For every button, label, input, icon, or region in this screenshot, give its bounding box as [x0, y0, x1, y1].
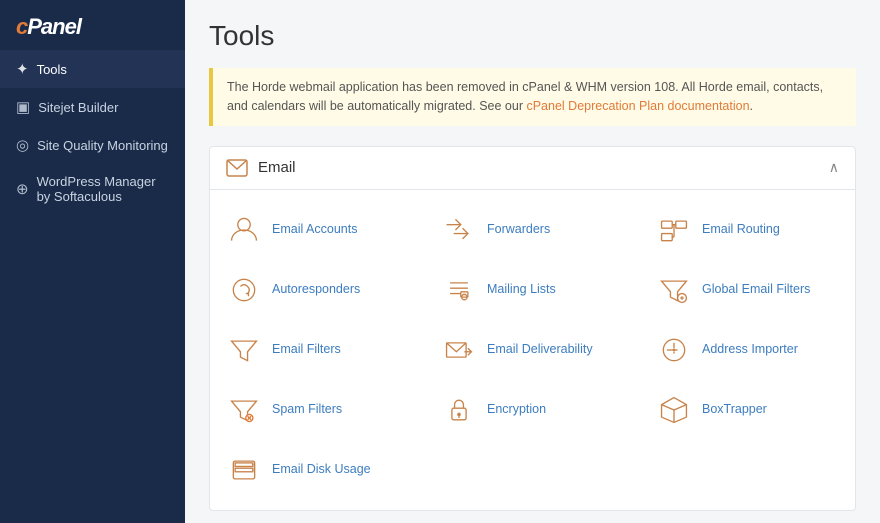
sidebar-logo: cPanel: [0, 0, 185, 50]
page-title: Tools: [209, 20, 856, 52]
email-disk-usage-label: Email Disk Usage: [272, 461, 371, 477]
sidebar-item-label: WordPress Manager by Softaculous: [37, 174, 169, 204]
tool-email-routing[interactable]: Email Routing: [640, 200, 855, 260]
tool-address-importer[interactable]: Address Importer: [640, 320, 855, 380]
forwarders-label: Forwarders: [487, 221, 550, 237]
sidebar-item-sitejet[interactable]: ▣ Sitejet Builder: [0, 88, 185, 126]
email-section-label: Email: [258, 159, 296, 176]
mailing-lists-icon: [441, 272, 477, 308]
tool-encryption[interactable]: Encryption: [425, 380, 640, 440]
wordpress-icon: ⊕: [16, 180, 29, 198]
boxtrapper-icon: [656, 392, 692, 428]
address-importer-label: Address Importer: [702, 341, 798, 357]
sqm-icon: ◎: [16, 136, 29, 154]
tool-email-filters[interactable]: Email Filters: [210, 320, 425, 380]
mailing-lists-label: Mailing Lists: [487, 281, 556, 297]
tools-icon: ✦: [16, 60, 29, 78]
email-accounts-label: Email Accounts: [272, 221, 357, 237]
tool-email-disk-usage[interactable]: Email Disk Usage: [210, 440, 425, 500]
spam-filters-icon: [226, 392, 262, 428]
email-disk-usage-icon: [226, 452, 262, 488]
tool-email-deliverability[interactable]: Email Deliverability: [425, 320, 640, 380]
sitejet-icon: ▣: [16, 98, 30, 116]
tool-global-email-filters[interactable]: Global Email Filters: [640, 260, 855, 320]
email-routing-icon: [656, 212, 692, 248]
email-filters-icon: [226, 332, 262, 368]
sidebar-item-label: Tools: [37, 62, 67, 77]
email-filters-label: Email Filters: [272, 341, 341, 357]
tool-spam-filters[interactable]: Spam Filters: [210, 380, 425, 440]
tool-forwarders[interactable]: Forwarders: [425, 200, 640, 260]
email-section: Email ∧ Email Accounts Forwarders: [209, 146, 856, 511]
email-deliverability-icon: [441, 332, 477, 368]
email-routing-label: Email Routing: [702, 221, 780, 237]
email-section-header[interactable]: Email ∧: [210, 147, 855, 190]
sidebar-item-label: Sitejet Builder: [38, 100, 118, 115]
global-email-filters-icon: [656, 272, 692, 308]
boxtrapper-label: BoxTrapper: [702, 401, 767, 417]
sidebar-item-sqm[interactable]: ◎ Site Quality Monitoring: [0, 126, 185, 164]
spam-filters-label: Spam Filters: [272, 401, 342, 417]
encryption-icon: [441, 392, 477, 428]
autoresponders-icon: [226, 272, 262, 308]
warning-banner: The Horde webmail application has been r…: [209, 68, 856, 126]
email-deliverability-label: Email Deliverability: [487, 341, 593, 357]
main-content: Tools The Horde webmail application has …: [185, 0, 880, 523]
sidebar-item-tools[interactable]: ✦ Tools: [0, 50, 185, 88]
autoresponders-label: Autoresponders: [272, 281, 360, 297]
sidebar: cPanel ✦ Tools ▣ Sitejet Builder ◎ Site …: [0, 0, 185, 523]
email-section-icon: [226, 159, 248, 177]
tool-autoresponders[interactable]: Autoresponders: [210, 260, 425, 320]
email-accounts-icon: [226, 212, 262, 248]
sidebar-item-label: Site Quality Monitoring: [37, 138, 168, 153]
encryption-label: Encryption: [487, 401, 546, 417]
email-section-title: Email: [226, 159, 296, 177]
address-importer-icon: [656, 332, 692, 368]
logo-text: cPanel: [16, 14, 169, 40]
forwarders-icon: [441, 212, 477, 248]
tool-email-accounts[interactable]: Email Accounts: [210, 200, 425, 260]
email-collapse-icon: ∧: [829, 159, 839, 176]
sidebar-item-wordpress[interactable]: ⊕ WordPress Manager by Softaculous: [0, 164, 185, 214]
global-email-filters-label: Global Email Filters: [702, 281, 810, 297]
email-tools-grid: Email Accounts Forwarders Email Routing: [210, 190, 855, 510]
warning-link[interactable]: cPanel Deprecation Plan documentation: [526, 99, 749, 113]
tool-mailing-lists[interactable]: Mailing Lists: [425, 260, 640, 320]
tool-boxtrapper[interactable]: BoxTrapper: [640, 380, 855, 440]
